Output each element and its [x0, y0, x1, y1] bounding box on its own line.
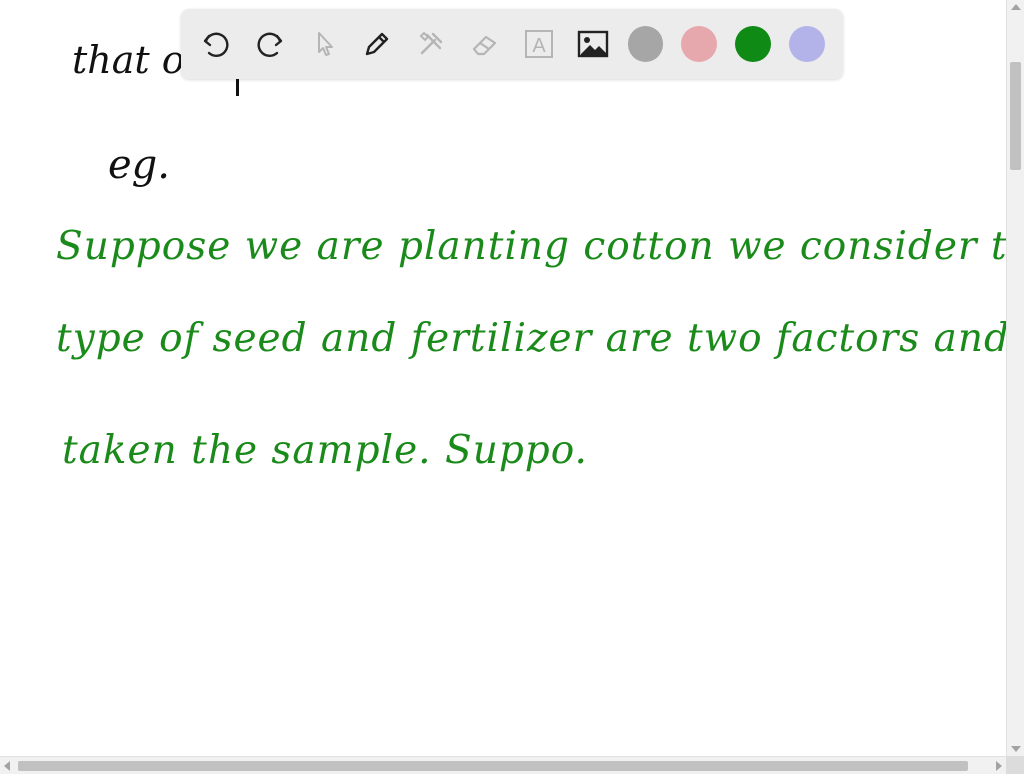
eraser-button[interactable] — [466, 25, 504, 63]
undo-icon — [203, 32, 229, 57]
horizontal-scrollbar[interactable] — [0, 756, 1006, 774]
handwriting-line-1: Suppose we are planting cotton we consid… — [56, 224, 1006, 269]
text-tool-label: A — [532, 35, 546, 57]
handwriting-line-2: type of seed and fertilizer are two fact… — [56, 316, 1006, 361]
select-button[interactable] — [305, 25, 343, 63]
scroll-left-arrow-icon[interactable] — [4, 761, 10, 771]
horizontal-scroll-thumb[interactable] — [18, 761, 968, 771]
pen-icon — [366, 32, 389, 56]
color-swatch-pink[interactable] — [681, 26, 718, 62]
eraser-icon — [472, 35, 497, 56]
image-icon — [577, 30, 608, 58]
text-button[interactable]: A — [520, 25, 558, 63]
scrollbar-corner — [1006, 756, 1024, 774]
text-icon: A — [524, 30, 553, 58]
handwriting-line-top: that o — [72, 38, 185, 82]
color-swatch-green[interactable] — [735, 26, 772, 62]
whiteboard-canvas[interactable]: that o eg. Suppose we are planting cotto… — [0, 0, 1006, 756]
vertical-scroll-thumb[interactable] — [1010, 62, 1021, 170]
drawing-toolbar: A — [181, 9, 843, 79]
redo-icon — [257, 32, 282, 57]
scroll-right-arrow-icon[interactable] — [996, 761, 1002, 771]
vertical-scrollbar[interactable] — [1006, 0, 1024, 756]
pen-button[interactable] — [358, 25, 396, 63]
undo-button[interactable] — [197, 25, 235, 63]
scroll-down-arrow-icon[interactable] — [1011, 746, 1021, 752]
image-button[interactable] — [574, 25, 612, 63]
handwriting-line-3: taken the sample. Suppo. — [62, 428, 588, 473]
scroll-up-arrow-icon[interactable] — [1011, 4, 1021, 10]
pointer-icon — [317, 32, 333, 56]
color-swatch-lavender[interactable] — [789, 26, 825, 62]
color-swatch-gray[interactable] — [627, 26, 664, 62]
handwriting-eg: eg. — [108, 142, 170, 188]
redo-button[interactable] — [251, 25, 289, 63]
tools-button[interactable] — [412, 25, 450, 63]
tools-icon — [419, 31, 443, 55]
